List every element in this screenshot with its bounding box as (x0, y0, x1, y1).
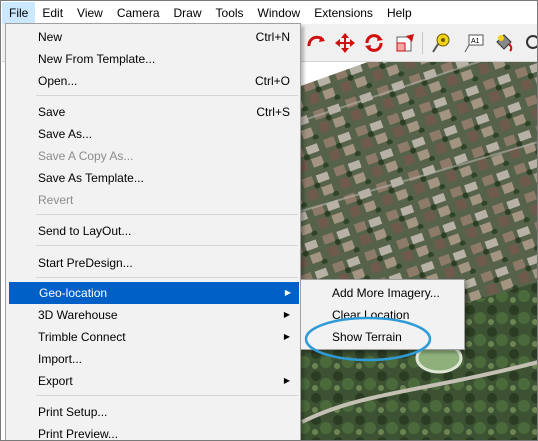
menu-item-label: New From Template... (38, 52, 156, 66)
menu-draw[interactable]: Draw (167, 2, 209, 24)
menu-item-geo-location[interactable]: Geo-location ▶ (9, 282, 299, 304)
menu-item-3d-warehouse[interactable]: 3D Warehouse ▶ (8, 304, 298, 326)
menu-view[interactable]: View (70, 2, 110, 24)
file-menu-dropdown: New Ctrl+N New From Template... Open... … (5, 23, 301, 441)
search-icon[interactable] (522, 31, 537, 55)
rotate-icon[interactable] (362, 31, 386, 55)
svg-text:A1: A1 (471, 38, 480, 45)
menu-bar: File Edit View Camera Draw Tools Window … (2, 2, 537, 24)
submenu-arrow-icon: ▶ (283, 310, 290, 319)
menu-item-export[interactable]: Export ▶ (8, 370, 298, 392)
menu-item-label: Trimble Connect (38, 330, 126, 344)
menu-separator (36, 245, 298, 246)
shortcut-label: Ctrl+S (256, 105, 290, 119)
menu-separator (36, 277, 298, 278)
menu-extensions[interactable]: Extensions (307, 2, 380, 24)
menu-tools[interactable]: Tools (209, 2, 251, 24)
menu-item-label: Import... (38, 352, 83, 366)
menu-item-label: Print Setup... (38, 405, 108, 419)
menu-item-label: Save (38, 105, 66, 119)
text-icon[interactable]: A1 (462, 31, 486, 55)
menu-item-open[interactable]: Open... Ctrl+O (8, 70, 298, 92)
menu-item-label: Revert (38, 193, 74, 207)
geo-location-submenu: Add More Imagery... Clear Location Show … (300, 279, 465, 350)
menu-item-send-to-layout[interactable]: Send to LayOut... (8, 220, 298, 242)
menu-item-print-preview[interactable]: Print Preview... (8, 423, 298, 441)
menu-separator (36, 214, 298, 215)
menu-item-label: Print Preview... (38, 427, 119, 441)
menu-item-trimble-connect[interactable]: Trimble Connect ▶ (8, 326, 298, 348)
menu-item-label: Geo-location (39, 286, 108, 300)
menu-separator (36, 95, 298, 96)
submenu-item-clear-location[interactable]: Clear Location (303, 304, 463, 326)
menu-item-label: Save A Copy As... (38, 149, 134, 163)
menu-item-save-a-copy-as: Save A Copy As... (8, 145, 298, 167)
tape-measure-icon[interactable] (430, 31, 454, 55)
pan-icon[interactable] (333, 31, 357, 55)
menu-separator (36, 395, 298, 396)
toolbar-separator (422, 32, 423, 54)
menu-camera[interactable]: Camera (110, 2, 167, 24)
menu-item-label: Send to LayOut... (38, 224, 132, 238)
submenu-item-show-terrain[interactable]: Show Terrain (303, 326, 463, 348)
menu-item-import[interactable]: Import... (8, 348, 298, 370)
shortcut-label: Ctrl+N (255, 30, 290, 44)
menu-item-label: Save As Template... (38, 171, 144, 185)
menu-file[interactable]: File (2, 2, 36, 24)
sketchup-window: File Edit View Camera Draw Tools Window … (0, 0, 538, 441)
menu-item-save-as[interactable]: Save As... (8, 123, 298, 145)
menu-item-start-predesign[interactable]: Start PreDesign... (8, 252, 298, 274)
scale-icon[interactable] (393, 31, 417, 55)
submenu-arrow-icon: ▶ (284, 288, 291, 297)
menu-item-save[interactable]: Save Ctrl+S (8, 101, 298, 123)
menu-item-label: 3D Warehouse (38, 308, 118, 322)
menu-item-new-from-template[interactable]: New From Template... (8, 48, 298, 70)
menu-item-label: Open... (38, 74, 78, 88)
menu-item-print-setup[interactable]: Print Setup... (8, 401, 298, 423)
menu-item-save-as-template[interactable]: Save As Template... (8, 167, 298, 189)
menu-item-new[interactable]: New Ctrl+N (8, 26, 298, 48)
menu-item-revert: Revert (8, 189, 298, 211)
menu-item-label: New (38, 30, 63, 44)
shortcut-label: Ctrl+O (254, 74, 290, 88)
menu-window[interactable]: Window (251, 2, 308, 24)
menu-item-label: Save As... (38, 127, 93, 141)
submenu-arrow-icon: ▶ (283, 376, 290, 385)
menu-help[interactable]: Help (380, 2, 419, 24)
menu-edit[interactable]: Edit (35, 2, 70, 24)
menu-item-label: Export (38, 374, 73, 388)
orbit-icon[interactable] (304, 31, 328, 55)
submenu-item-add-more-imagery[interactable]: Add More Imagery... (303, 282, 463, 304)
submenu-arrow-icon: ▶ (283, 332, 290, 341)
paint-bucket-icon[interactable] (492, 31, 516, 55)
menu-item-label: Start PreDesign... (38, 256, 133, 270)
